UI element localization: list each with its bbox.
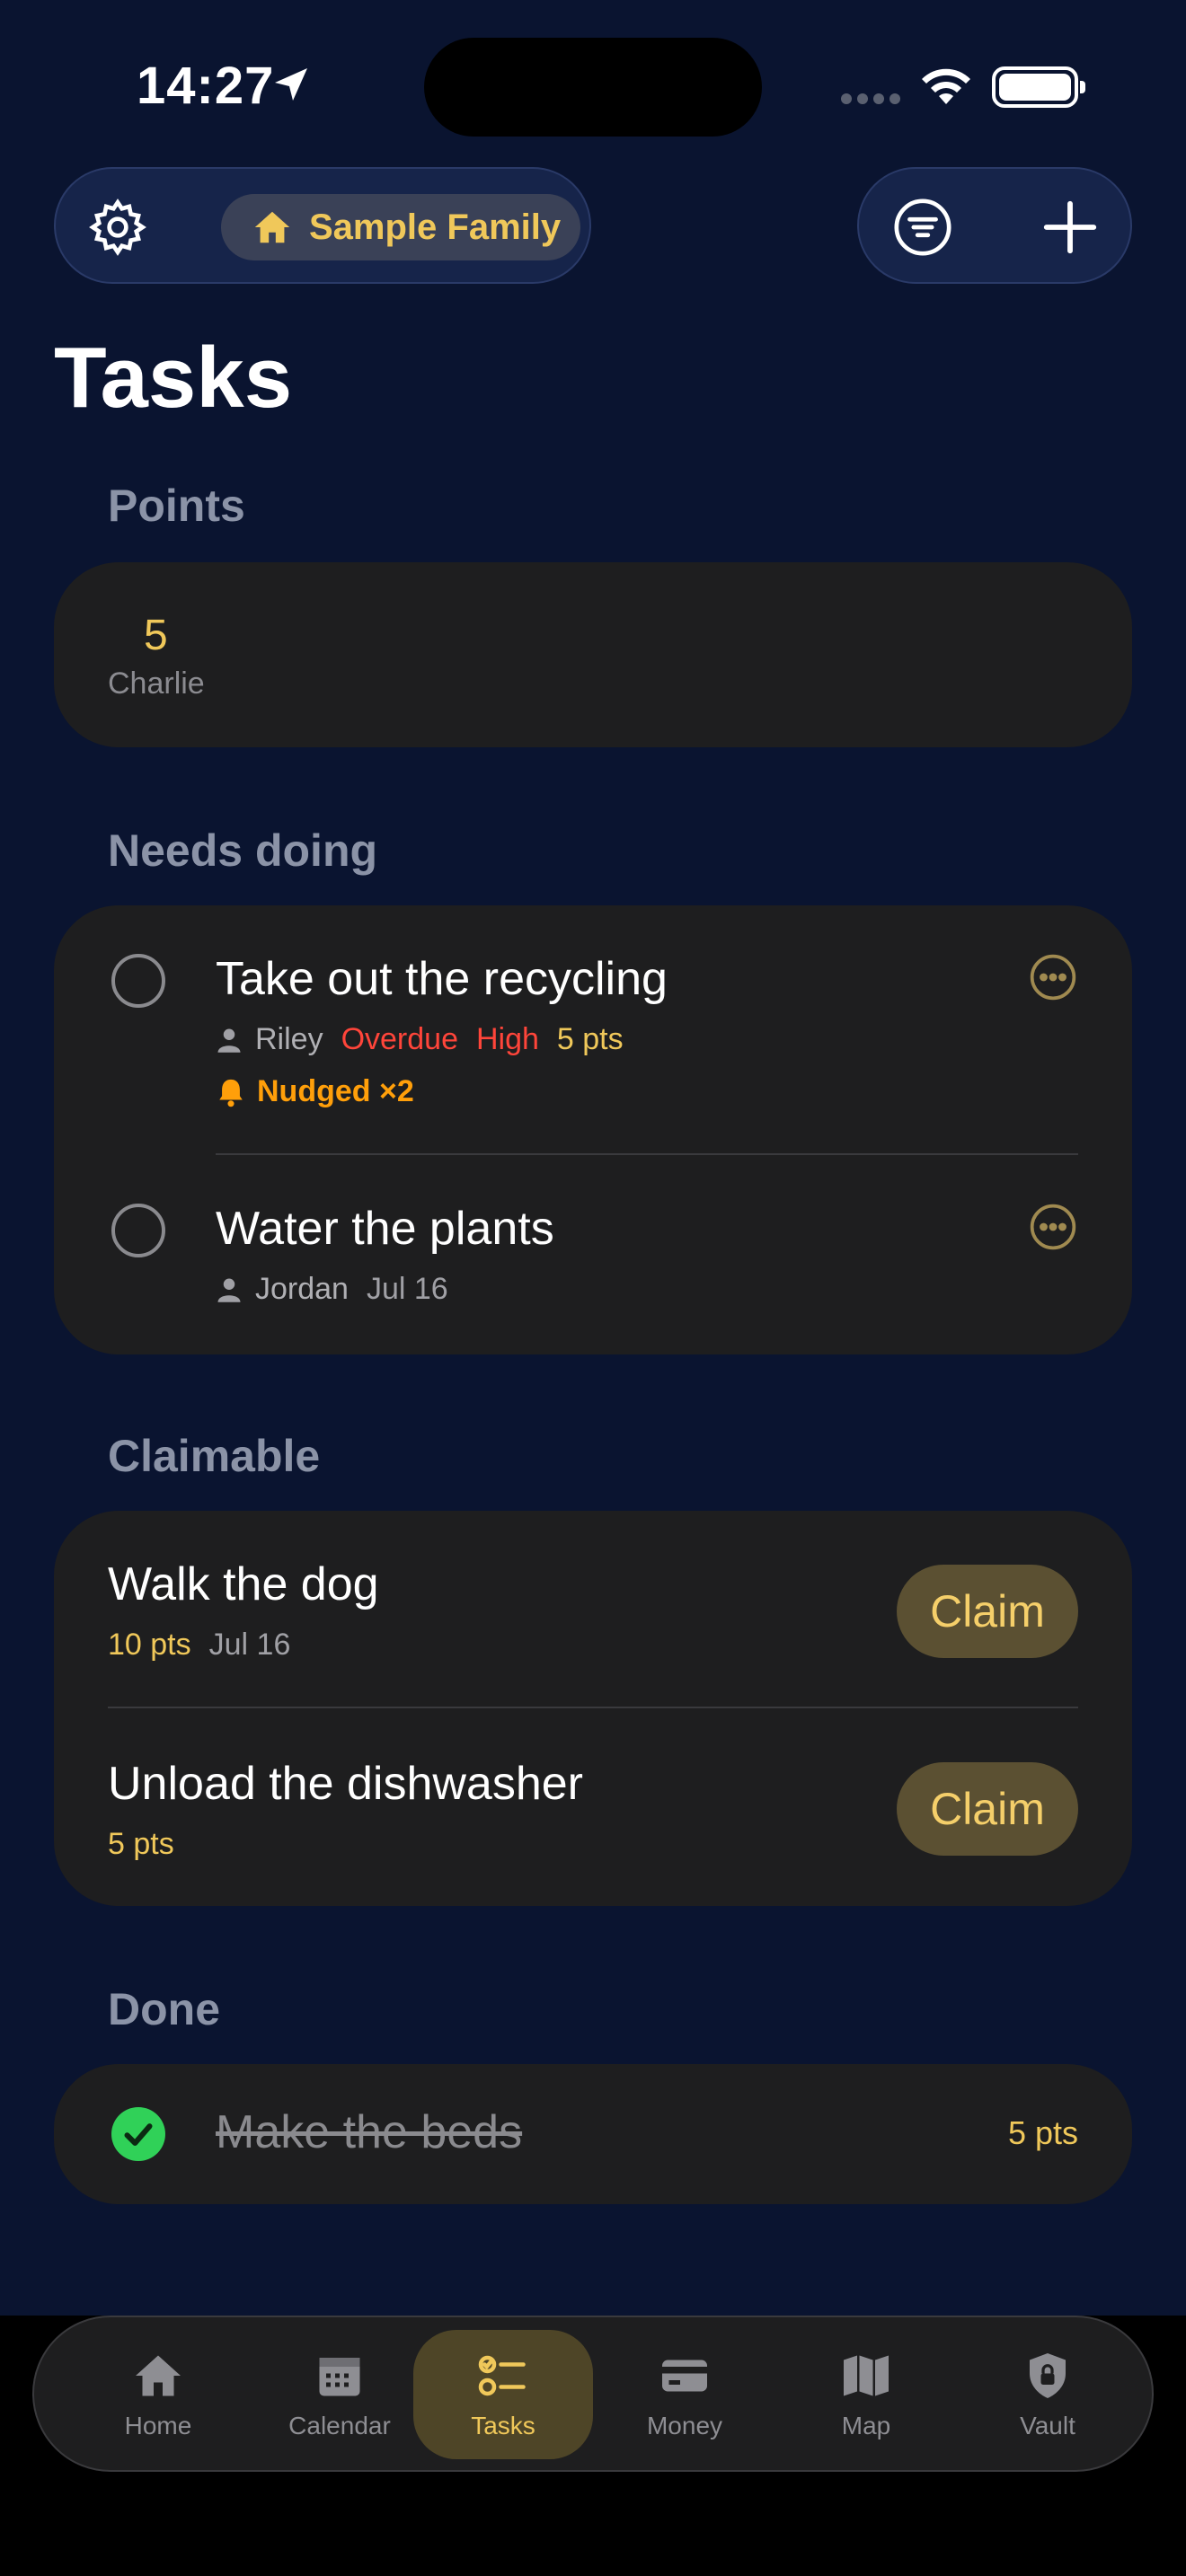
task-meta: 5 pts — [108, 1827, 174, 1862]
points-badge: 10 pts — [108, 1628, 191, 1662]
lock-shield-icon — [1030, 2353, 1066, 2398]
claimable-row: Unload the dishwasher 5 pts Claim — [54, 1708, 1132, 1906]
overdue-badge: Overdue — [341, 1022, 458, 1056]
row-divider — [216, 1153, 1078, 1155]
tab-vault[interactable]: Vault — [958, 2330, 1137, 2459]
gear-icon[interactable] — [86, 196, 149, 259]
points-badge: 5 pts — [1007, 2114, 1078, 2151]
header-left-group: Sample Family — [54, 167, 591, 284]
points-badge: 5 pts — [108, 1827, 174, 1861]
assignee: Riley — [216, 1022, 323, 1057]
header-right-group — [857, 167, 1132, 284]
claim-button[interactable]: Claim — [897, 1565, 1078, 1658]
done-card: Make the beds 5 pts — [54, 2064, 1132, 2204]
page-title: Tasks — [54, 330, 293, 426]
complete-checkbox[interactable] — [111, 954, 165, 1008]
card-icon — [662, 2360, 707, 2392]
done-row[interactable]: Make the beds 5 pts — [54, 2064, 1132, 2204]
task-meta: Riley Overdue High 5 pts — [216, 1022, 624, 1057]
plus-icon[interactable] — [1039, 196, 1102, 259]
task-title: Make the beds — [216, 2106, 523, 2158]
nudge-count: Nudged ×2 — [257, 1074, 414, 1108]
dynamic-island — [424, 38, 762, 137]
section-header-done: Done — [108, 1984, 220, 2034]
house-icon — [136, 2355, 181, 2396]
assignee-name: Riley — [255, 1022, 323, 1056]
claimable-row: Walk the dog 10 pts Jul 16 Claim — [54, 1511, 1132, 1708]
person-icon — [217, 1278, 241, 1302]
more-icon[interactable] — [1028, 1202, 1078, 1252]
tab-label: Tasks — [471, 2412, 535, 2439]
needs-doing-card: Take out the recycling Riley Overdue Hig… — [54, 905, 1132, 1354]
tab-label: Money — [646, 2412, 723, 2439]
tab-money[interactable]: Money — [595, 2330, 774, 2459]
points-member-name: Charlie — [108, 666, 205, 701]
checkmark-icon[interactable] — [111, 2107, 165, 2161]
tab-label: Home — [124, 2412, 192, 2439]
tab-home[interactable]: Home — [68, 2330, 248, 2459]
task-row[interactable]: Water the plants Jordan Jul 16 — [54, 1157, 1132, 1354]
tab-calendar[interactable]: Calendar — [250, 2330, 429, 2459]
points-card: 5 Charlie — [54, 562, 1132, 747]
points-badge: 5 pts — [556, 1022, 624, 1056]
tab-label: Calendar — [288, 2412, 391, 2439]
family-selector[interactable]: Sample Family — [221, 194, 580, 260]
task-meta: 10 pts Jul 16 — [108, 1628, 290, 1663]
section-header-points: Points — [108, 481, 245, 531]
more-icon[interactable] — [1028, 952, 1078, 1002]
house-icon — [254, 211, 290, 243]
family-name: Sample Family — [309, 207, 562, 247]
section-header-needs-doing: Needs doing — [108, 825, 378, 876]
checklist-icon — [478, 2355, 526, 2396]
assignee-name: Jordan — [255, 1272, 349, 1306]
section-header-claimable: Claimable — [108, 1431, 321, 1481]
battery-icon — [992, 66, 1085, 108]
tab-label: Map — [841, 2412, 891, 2439]
tab-map[interactable]: Map — [776, 2330, 956, 2459]
task-title: Unload the dishwasher — [108, 1758, 583, 1810]
priority-badge: High — [475, 1022, 539, 1056]
filter-icon[interactable] — [891, 196, 954, 259]
claim-button[interactable]: Claim — [897, 1762, 1078, 1856]
location-arrow-icon — [275, 68, 307, 101]
points-value: 5 — [144, 612, 168, 659]
due-date: Jul 16 — [366, 1272, 448, 1306]
task-title: Take out the recycling — [216, 953, 668, 1005]
task-row[interactable]: Take out the recycling Riley Overdue Hig… — [54, 905, 1132, 1157]
assignee: Jordan — [216, 1272, 349, 1307]
tab-bar: Home Calendar Tasks Money Map Vault — [32, 2316, 1154, 2472]
task-title: Water the plants — [216, 1203, 554, 1255]
status-bar: 14:27 — [0, 0, 1186, 171]
wifi-icon — [922, 68, 970, 104]
nudge-indicator: Nudged ×2 — [216, 1074, 414, 1109]
claimable-card: Walk the dog 10 pts Jul 16 Claim Unload … — [54, 1511, 1132, 1906]
task-title: Walk the dog — [108, 1558, 379, 1610]
calendar-icon — [319, 2358, 360, 2396]
complete-checkbox[interactable] — [111, 1204, 165, 1257]
due-date: Jul 16 — [208, 1628, 291, 1662]
tab-tasks[interactable]: Tasks — [413, 2330, 593, 2459]
person-icon — [217, 1028, 241, 1053]
map-icon — [844, 2355, 889, 2396]
status-time: 14:27 — [137, 57, 275, 115]
task-meta: Jordan Jul 16 — [216, 1272, 448, 1307]
tab-label: Vault — [1020, 2412, 1075, 2439]
bell-icon — [219, 1079, 243, 1107]
